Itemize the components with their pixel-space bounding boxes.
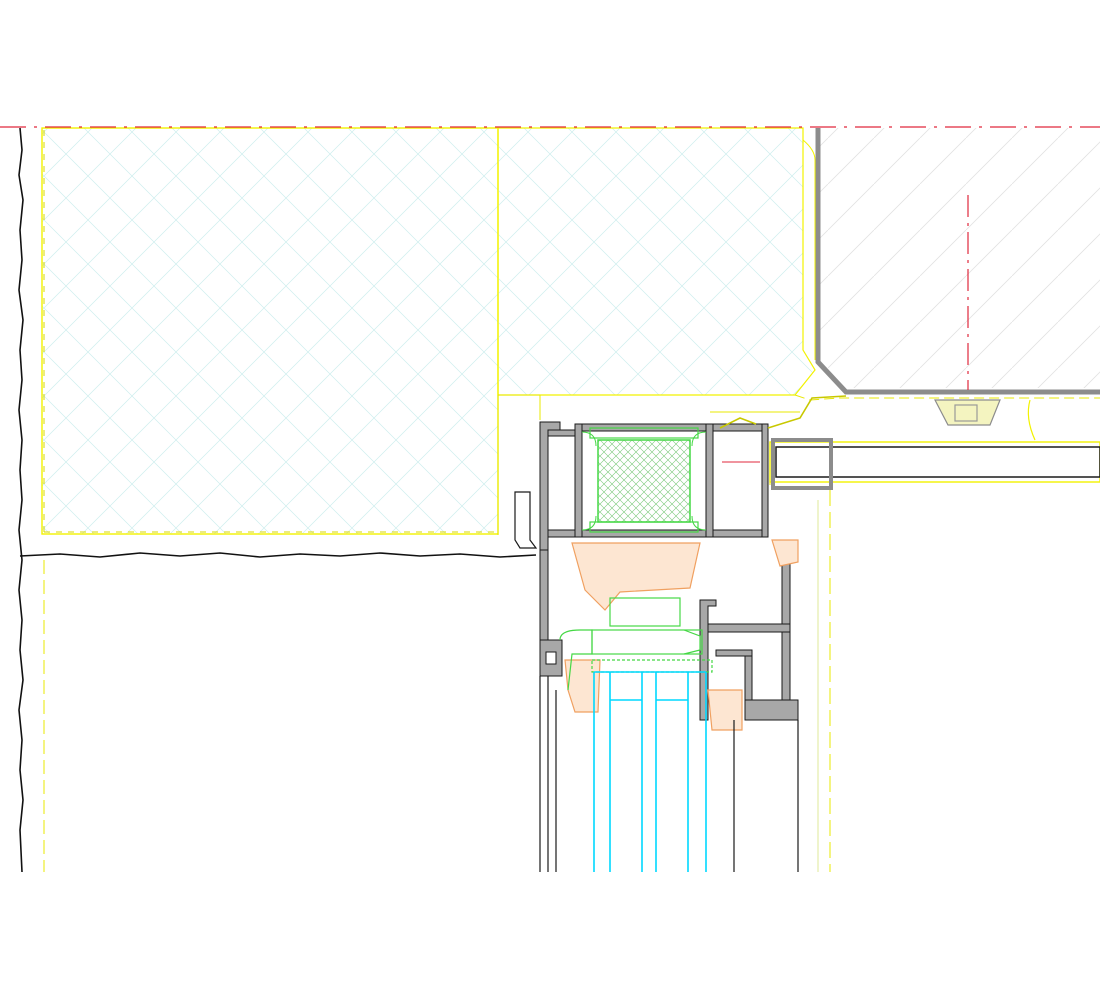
cad-drawing-canvas	[0, 0, 1100, 1000]
break-line-horizontal	[19, 552, 537, 558]
sill-flashing	[514, 491, 538, 549]
insulation-panel-left	[41, 127, 499, 535]
tube-profile-horizontal	[722, 438, 1100, 490]
wall-section-right	[815, 128, 1100, 395]
section-detail-drawing	[0, 126, 1100, 873]
glazing-panes	[593, 671, 707, 872]
break-line-vertical	[18, 127, 24, 873]
frame-insulation-core	[581, 427, 707, 533]
fixing-clip	[934, 399, 1036, 441]
insulation-panel-middle	[497, 127, 816, 396]
